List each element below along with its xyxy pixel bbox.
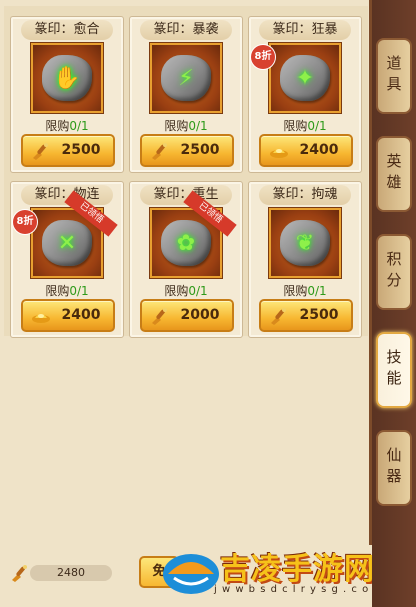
item-name: 篆印：狂暴	[259, 20, 351, 40]
rune-stone-icon: ✿	[161, 220, 211, 266]
rune-glyph-icon: ✋	[53, 65, 81, 91]
brush-icon	[152, 143, 167, 160]
brush-icon	[271, 308, 286, 325]
limit-label: 限购	[164, 284, 189, 298]
price-value: 2500	[180, 142, 220, 158]
item-name: 篆印：拘魂	[259, 185, 351, 205]
rune-glyph-icon: ⚡	[178, 65, 194, 91]
buy-button[interactable]: 2500	[259, 299, 353, 332]
tab-heroes[interactable]: 英雄	[376, 136, 412, 212]
brush-icon	[12, 565, 27, 582]
item-name: 篆印：愈合	[21, 20, 113, 40]
discount-badge: 8折	[251, 45, 275, 69]
price-value: 2400	[61, 307, 101, 323]
currency-amount: 2480	[30, 565, 112, 581]
item-image[interactable]: ✋	[31, 43, 103, 113]
limit-count: 0/1	[188, 284, 208, 298]
item-image[interactable]: ✦	[269, 43, 341, 113]
purchase-limit: 限购0/1	[11, 282, 123, 299]
purchase-limit: 限购0/1	[130, 282, 242, 299]
rune-glyph-icon: ❦	[295, 230, 315, 256]
rune-stone-icon: ✕	[42, 220, 92, 266]
rune-glyph-icon: ✕	[57, 230, 77, 256]
limit-count: 0/1	[69, 284, 89, 298]
rune-stone-icon: ⚡	[161, 55, 211, 101]
rune-stone-icon: ❦	[280, 220, 330, 266]
purchase-limit: 限购0/1	[130, 117, 242, 134]
buy-button[interactable]: 2400	[21, 299, 115, 332]
buy-button[interactable]: 2500	[140, 134, 234, 167]
item-image[interactable]: ❦	[269, 208, 341, 278]
item-name: 篆印：暴袭	[140, 20, 232, 40]
limit-count: 0/1	[188, 119, 208, 133]
purchase-limit: 限购0/1	[249, 282, 361, 299]
shop-item-card[interactable]: 篆印：物连 ✕ 已领悟 8折 限购0/1 2400	[10, 181, 124, 338]
limit-label: 限购	[45, 119, 70, 133]
purchase-limit: 限购0/1	[11, 117, 123, 134]
shop-item-card[interactable]: 篆印：愈合 ✋ 限购0/1 2500	[10, 16, 124, 173]
price-value: 2400	[299, 142, 339, 158]
rune-glyph-icon: ✦	[295, 65, 315, 91]
buy-button[interactable]: 2000	[140, 299, 234, 332]
watermark-title: 吉凌手游网	[220, 552, 375, 587]
price-value: 2000	[180, 307, 220, 323]
buy-button[interactable]: 2400	[259, 134, 353, 167]
discount-badge: 8折	[13, 210, 37, 234]
tab-skills[interactable]: 技能	[376, 332, 412, 408]
limit-label: 限购	[283, 119, 308, 133]
rune-stone-icon: ✋	[42, 55, 92, 101]
price-value: 2500	[61, 142, 101, 158]
shop-item-card[interactable]: 篆印：狂暴 ✦ 8折 限购0/1 2400	[248, 16, 362, 173]
category-tab-bar: 道具 英雄 积分 技能 仙器	[372, 0, 416, 607]
gold-ingot-icon	[32, 314, 50, 323]
gold-ingot-icon	[270, 149, 288, 158]
rune-glyph-icon: ✿	[176, 230, 196, 256]
currency-display: 2480	[10, 563, 112, 583]
shop-grid: 篆印：愈合 ✋ 限购0/1 2500 篆印：暴袭 ⚡ 限购0/1 2500 篆印…	[4, 6, 368, 338]
limit-count: 0/1	[69, 119, 89, 133]
shop-item-card[interactable]: 篆印：重生 ✿ 已领悟 限购0/1 2000	[129, 181, 243, 338]
limit-count: 0/1	[307, 284, 327, 298]
tab-items[interactable]: 道具	[376, 38, 412, 114]
tab-artifacts[interactable]: 仙器	[376, 430, 412, 506]
shop-item-card[interactable]: 篆印：暴袭 ⚡ 限购0/1 2500	[129, 16, 243, 173]
item-image[interactable]: ⚡	[150, 43, 222, 113]
rune-stone-icon: ✦	[280, 55, 330, 101]
buy-button[interactable]: 2500	[21, 134, 115, 167]
watermark-logo-icon	[163, 554, 219, 594]
brush-icon	[33, 143, 48, 160]
price-value: 2500	[299, 307, 339, 323]
limit-count: 0/1	[307, 119, 327, 133]
shop-item-card[interactable]: 篆印：拘魂 ❦ 限购0/1 2500	[248, 181, 362, 338]
brush-icon	[152, 308, 167, 325]
limit-label: 限购	[45, 284, 70, 298]
purchase-limit: 限购0/1	[249, 117, 361, 134]
limit-label: 限购	[164, 119, 189, 133]
tab-points[interactable]: 积分	[376, 234, 412, 310]
shop-panel: 篆印：愈合 ✋ 限购0/1 2500 篆印：暴袭 ⚡ 限购0/1 2500 篆印…	[0, 0, 383, 607]
limit-label: 限购	[283, 284, 308, 298]
watermark-url: j w w b s d c l r y s g . c o m	[214, 584, 385, 595]
